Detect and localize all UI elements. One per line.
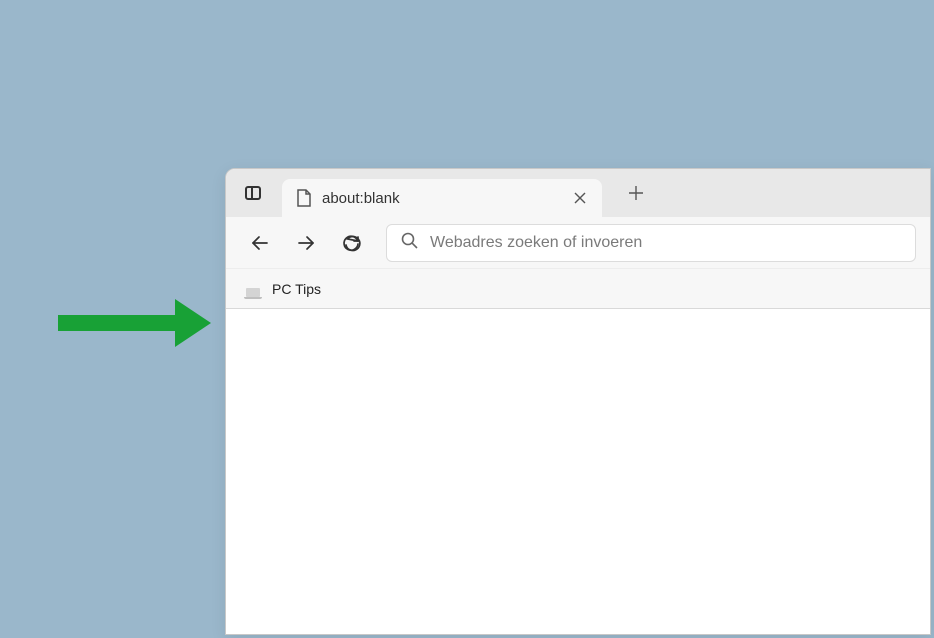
refresh-button[interactable] [332,223,372,263]
bookmark-item[interactable]: PC Tips [238,276,329,302]
pctips-favicon [246,281,264,297]
page-content [226,309,930,635]
address-bar[interactable]: Webadres zoeken of invoeren [386,224,916,262]
browser-window: about:blank [225,168,931,635]
forward-button[interactable] [286,223,326,263]
bookmark-label: PC Tips [272,281,321,297]
address-placeholder: Webadres zoeken of invoeren [430,234,642,252]
navigation-toolbar: Webadres zoeken of invoeren [226,217,930,269]
page-icon [296,189,312,207]
back-button[interactable] [240,223,280,263]
tab-actions-button[interactable] [238,178,268,208]
browser-tab[interactable]: about:blank [282,179,602,217]
close-tab-button[interactable] [568,186,592,210]
tab-strip: about:blank [226,169,930,217]
sidebar-layout-icon [245,186,261,200]
pointer-arrow-annotation [58,299,211,347]
search-icon [401,232,418,254]
bookmarks-bar: PC Tips [226,269,930,309]
new-tab-button[interactable] [620,177,652,209]
tab-title: about:blank [322,190,558,207]
arrow-shaft [58,315,176,331]
arrow-head [175,299,211,347]
